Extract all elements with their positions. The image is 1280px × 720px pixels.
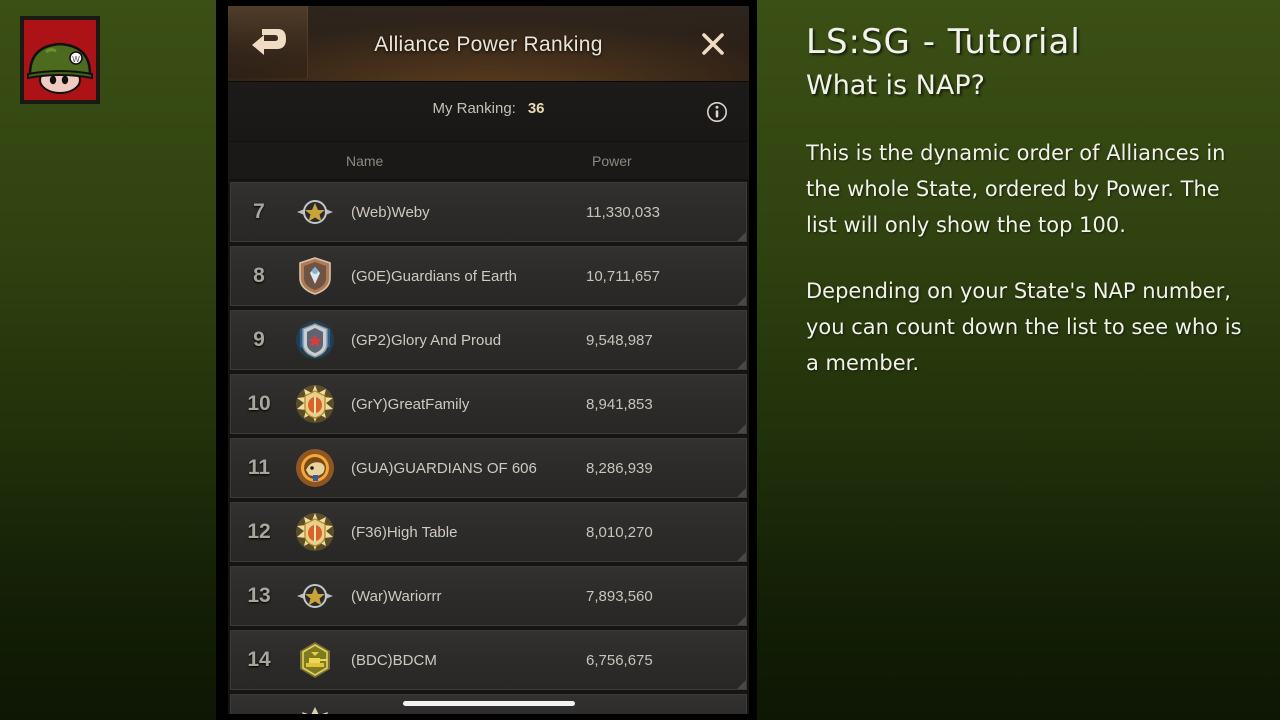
close-icon	[702, 33, 724, 55]
row-power: 8,941,853	[586, 395, 653, 413]
gold-hex-tank-badge	[287, 634, 343, 686]
table-row[interactable]: 11 (GUA)GUARDIANS OF 606 8,286,939	[230, 438, 747, 498]
row-alliance-name: (War)Wariorrr	[351, 587, 442, 605]
column-header-name: Name	[346, 153, 384, 169]
winged-star-badge	[287, 186, 343, 238]
info-button[interactable]	[705, 100, 729, 124]
table-row[interactable]: 7 (Web)Weby 11,330,033	[230, 182, 747, 242]
channel-logo: W	[20, 16, 100, 104]
table-row[interactable]: 14 (BDC)BDCM 6,756,675	[230, 630, 747, 690]
close-button[interactable]	[695, 26, 731, 62]
alliance-power-ranking-panel: Alliance Power Ranking My Ranking: 36 Na…	[228, 6, 749, 714]
row-alliance-name: (GP2)Glory And Proud	[351, 331, 502, 349]
my-ranking-bar: My Ranking: 36	[228, 82, 749, 142]
gold-star-shield-badge	[287, 378, 343, 430]
eagle-shield-badge	[287, 250, 343, 302]
row-power: 7,893,560	[586, 587, 653, 605]
column-header: Name Power	[228, 142, 749, 180]
tutorial-subtitle: What is NAP?	[806, 70, 985, 102]
tutorial-paragraph-2: Depending on your State's NAP number, yo…	[806, 278, 1242, 376]
page-title: Alliance Power Ranking	[374, 33, 603, 56]
tutorial-paragraph-1: This is the dynamic order of Alliances i…	[806, 140, 1226, 237]
row-rank: 9	[253, 328, 265, 351]
video-phone-frame: Alliance Power Ranking My Ranking: 36 Na…	[216, 0, 757, 720]
row-alliance-name: (Web)Weby	[351, 203, 430, 221]
tutorial-title: LS:SG - Tutorial	[806, 22, 1081, 62]
pig-helmet-icon: W	[27, 42, 93, 94]
table-row[interactable]: 8 (G0E)Guardians of Earth 10,711,657	[230, 246, 747, 306]
row-power: 8,286,939	[586, 459, 653, 477]
home-indicator	[402, 701, 575, 706]
skull-wings-badge	[287, 698, 343, 714]
row-power: 10,711,657	[586, 267, 660, 285]
my-ranking-label: My Ranking:	[432, 100, 516, 117]
row-power: 6,756,675	[586, 651, 653, 669]
info-icon	[707, 102, 727, 122]
table-row[interactable]: 9 (GP2)Glory And Proud 9,548,987	[230, 310, 747, 370]
tutorial-panel: LS:SG - Tutorial What is NAP? This is th…	[757, 0, 1280, 720]
column-header-power: Power	[592, 153, 632, 169]
row-power: 8,010,270	[586, 523, 653, 541]
flaming-dragon-badge	[287, 442, 343, 494]
row-alliance-name: (BDC)BDCM	[351, 651, 437, 669]
row-alliance-name: (GUA)GUARDIANS OF 606	[351, 459, 537, 477]
my-ranking-text: My Ranking: 36	[228, 100, 749, 117]
row-rank: 14	[247, 648, 271, 671]
my-ranking-value: 36	[527, 100, 545, 117]
blue-shield-badge	[287, 314, 343, 366]
row-rank: 15	[231, 712, 287, 714]
row-rank: 13	[247, 584, 271, 607]
table-row[interactable]: 12 (F36)High Table 8,010,270	[230, 502, 747, 562]
row-power: 11,330,033	[586, 203, 660, 221]
row-alliance-name: (F36)High Table	[351, 523, 458, 541]
title-bar: Alliance Power Ranking	[228, 6, 749, 82]
winged-star-badge	[287, 570, 343, 622]
row-alliance-name: (GrY)GreatFamily	[351, 395, 470, 413]
row-rank: 10	[247, 392, 271, 415]
table-row[interactable]: 10 (GrY)GreatFamily 8,941,853	[230, 374, 747, 434]
row-rank: 7	[253, 200, 265, 223]
table-row[interactable]: 13 (War)Wariorrr 7,893,560	[230, 566, 747, 626]
svg-text:W: W	[72, 55, 80, 64]
ranking-list[interactable]: 7 (Web)Weby 11,330,033 8 (G0E)Guardians of…	[228, 180, 749, 714]
row-rank: 12	[247, 520, 271, 543]
row-power: 9,548,987	[586, 331, 653, 349]
row-rank: 8	[253, 264, 265, 287]
row-alliance-name: (G0E)Guardians of Earth	[351, 267, 517, 285]
gold-star-shield-badge	[287, 506, 343, 558]
row-rank: 11	[247, 456, 271, 479]
